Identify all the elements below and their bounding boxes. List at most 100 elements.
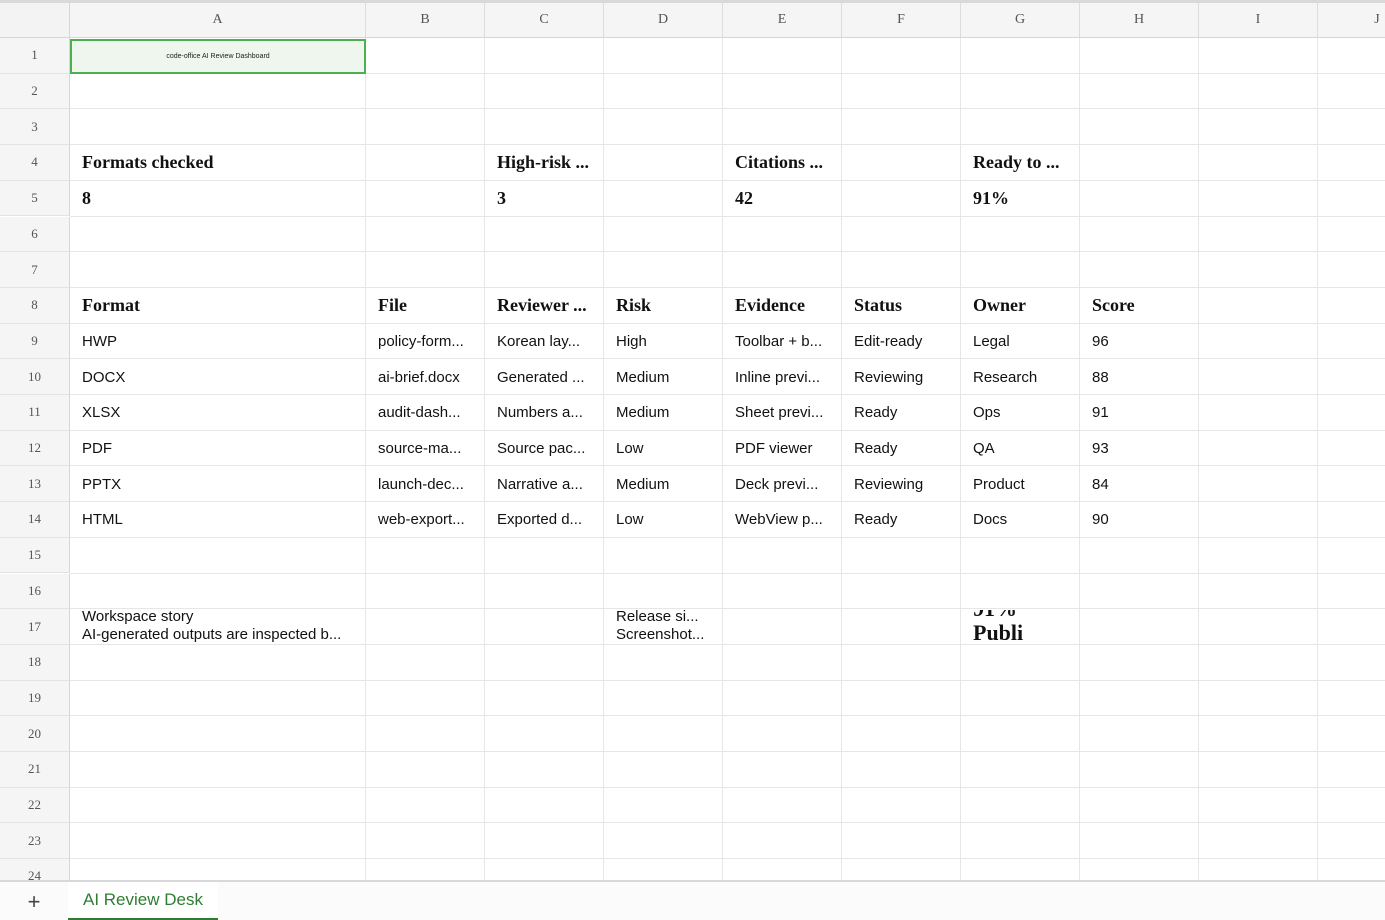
row-header-2[interactable]: 2 xyxy=(0,73,70,110)
table-cell[interactable]: Medium xyxy=(604,359,723,395)
table-cell[interactable]: PPTX xyxy=(70,466,366,502)
table-cell[interactable]: QA xyxy=(961,431,1080,467)
kpi-label[interactable]: Formats checked xyxy=(70,145,485,181)
row-header-10[interactable]: 10 xyxy=(0,359,70,395)
table-cell[interactable]: 91 xyxy=(1080,395,1199,431)
table-cell[interactable]: DOCX xyxy=(70,359,366,395)
table-cell[interactable]: Deck previ... xyxy=(723,466,842,502)
column-header-i[interactable]: I xyxy=(1199,3,1318,38)
table-cell[interactable]: 93 xyxy=(1080,431,1199,467)
row-header-24[interactable]: 24 xyxy=(0,859,70,880)
table-cell[interactable]: Medium xyxy=(604,395,723,431)
title-cell[interactable]: code-office AI Review Dashboard xyxy=(70,39,366,74)
table-header[interactable]: Score xyxy=(1080,288,1199,324)
table-header[interactable]: Risk xyxy=(604,288,723,324)
table-cell[interactable]: launch-dec... xyxy=(366,466,485,502)
table-cell[interactable]: Reviewing xyxy=(842,359,961,395)
row-header-8[interactable]: 8 xyxy=(0,287,70,324)
column-header-a[interactable]: A xyxy=(70,3,366,38)
column-header-f[interactable]: F xyxy=(842,3,961,38)
row-header-11[interactable]: 11 xyxy=(0,395,70,431)
row-header-18[interactable]: 18 xyxy=(0,644,70,681)
table-cell[interactable]: web-export... xyxy=(366,502,485,538)
column-header-j[interactable]: J xyxy=(1318,3,1385,38)
table-cell[interactable]: Ready xyxy=(842,502,961,538)
table-cell[interactable]: Docs xyxy=(961,502,1080,538)
row-header-7[interactable]: 7 xyxy=(0,252,70,288)
table-cell[interactable]: Inline previ... xyxy=(723,359,842,395)
table-cell[interactable]: Reviewing xyxy=(842,466,961,502)
table-cell[interactable]: Low xyxy=(604,431,723,467)
row-header-16[interactable]: 16 xyxy=(0,573,70,610)
table-cell[interactable]: Toolbar + b... xyxy=(723,324,842,360)
column-header-c[interactable]: C xyxy=(485,3,604,38)
column-header-h[interactable]: H xyxy=(1080,3,1199,38)
sheet-tab-ai-review-desk[interactable]: AI Review Desk xyxy=(68,882,218,920)
row-header-15[interactable]: 15 xyxy=(0,537,70,574)
kpi-label[interactable]: Ready to ... xyxy=(961,145,1199,181)
add-sheet-button[interactable]: + xyxy=(20,888,48,916)
select-all-corner[interactable] xyxy=(0,3,70,38)
row-header-14[interactable]: 14 xyxy=(0,502,70,538)
table-cell[interactable]: WebView p... xyxy=(723,502,842,538)
kpi-value[interactable]: 91% xyxy=(961,181,1080,217)
table-cell[interactable]: Research xyxy=(961,359,1080,395)
table-cell[interactable]: Ready xyxy=(842,395,961,431)
table-cell[interactable]: Legal xyxy=(961,324,1080,360)
table-header[interactable]: Reviewer ... xyxy=(485,288,604,324)
kpi-value[interactable]: 42 xyxy=(723,181,842,217)
release-cell[interactable]: Release si... Screenshot... xyxy=(604,608,723,644)
table-cell[interactable]: PDF viewer xyxy=(723,431,842,467)
table-cell[interactable]: Product xyxy=(961,466,1080,502)
table-cell[interactable]: Korean lay... xyxy=(485,324,604,360)
publish-kpi-cell[interactable]: 91% Publi xyxy=(961,610,1080,644)
kpi-label[interactable]: Citations ... xyxy=(723,145,961,181)
kpi-label[interactable]: High-risk ... xyxy=(485,145,723,181)
column-header-g[interactable]: G xyxy=(961,3,1080,38)
column-header-b[interactable]: B xyxy=(366,3,485,38)
table-cell[interactable]: PDF xyxy=(70,431,366,467)
table-cell[interactable]: ai-brief.docx xyxy=(366,359,485,395)
table-cell[interactable]: Ready xyxy=(842,431,961,467)
table-cell[interactable]: Edit-ready xyxy=(842,324,961,360)
row-header-20[interactable]: 20 xyxy=(0,716,70,752)
table-cell[interactable]: Sheet previ... xyxy=(723,395,842,431)
row-header-12[interactable]: 12 xyxy=(0,430,70,467)
table-cell[interactable]: Exported d... xyxy=(485,502,604,538)
table-header[interactable]: File xyxy=(366,288,485,324)
table-cell[interactable]: Generated ... xyxy=(485,359,604,395)
table-cell[interactable]: 90 xyxy=(1080,502,1199,538)
table-cell[interactable]: Narrative a... xyxy=(485,466,604,502)
row-header-22[interactable]: 22 xyxy=(0,787,70,824)
table-cell[interactable]: Medium xyxy=(604,466,723,502)
row-header-17[interactable]: 17 xyxy=(0,609,70,645)
table-cell[interactable]: Numbers a... xyxy=(485,395,604,431)
column-header-d[interactable]: D xyxy=(604,3,723,38)
row-header-13[interactable]: 13 xyxy=(0,466,70,503)
row-header-21[interactable]: 21 xyxy=(0,752,70,788)
row-header-4[interactable]: 4 xyxy=(0,145,70,181)
table-cell[interactable]: HWP xyxy=(70,324,366,360)
table-cell[interactable]: audit-dash... xyxy=(366,395,485,431)
column-header-e[interactable]: E xyxy=(723,3,842,38)
table-cell[interactable]: 88 xyxy=(1080,359,1199,395)
table-cell[interactable]: Low xyxy=(604,502,723,538)
row-header-23[interactable]: 23 xyxy=(0,823,70,860)
table-header[interactable]: Owner xyxy=(961,288,1080,324)
row-header-9[interactable]: 9 xyxy=(0,323,70,360)
table-cell[interactable]: HTML xyxy=(70,502,366,538)
table-header[interactable]: Evidence xyxy=(723,288,842,324)
table-cell[interactable]: Source pac... xyxy=(485,431,604,467)
table-cell[interactable]: High xyxy=(604,324,723,360)
row-header-5[interactable]: 5 xyxy=(0,180,70,217)
story-cell[interactable]: Workspace story AI-generated outputs are… xyxy=(70,608,366,644)
table-cell[interactable]: XLSX xyxy=(70,395,366,431)
table-header[interactable]: Format xyxy=(70,288,366,324)
table-cell[interactable]: policy-form... xyxy=(366,324,485,360)
table-header[interactable]: Status xyxy=(842,288,961,324)
kpi-value[interactable]: 8 xyxy=(70,181,366,217)
table-cell[interactable]: source-ma... xyxy=(366,431,485,467)
kpi-value[interactable]: 3 xyxy=(485,181,604,217)
row-header-6[interactable]: 6 xyxy=(0,216,70,253)
table-cell[interactable]: 84 xyxy=(1080,466,1199,502)
